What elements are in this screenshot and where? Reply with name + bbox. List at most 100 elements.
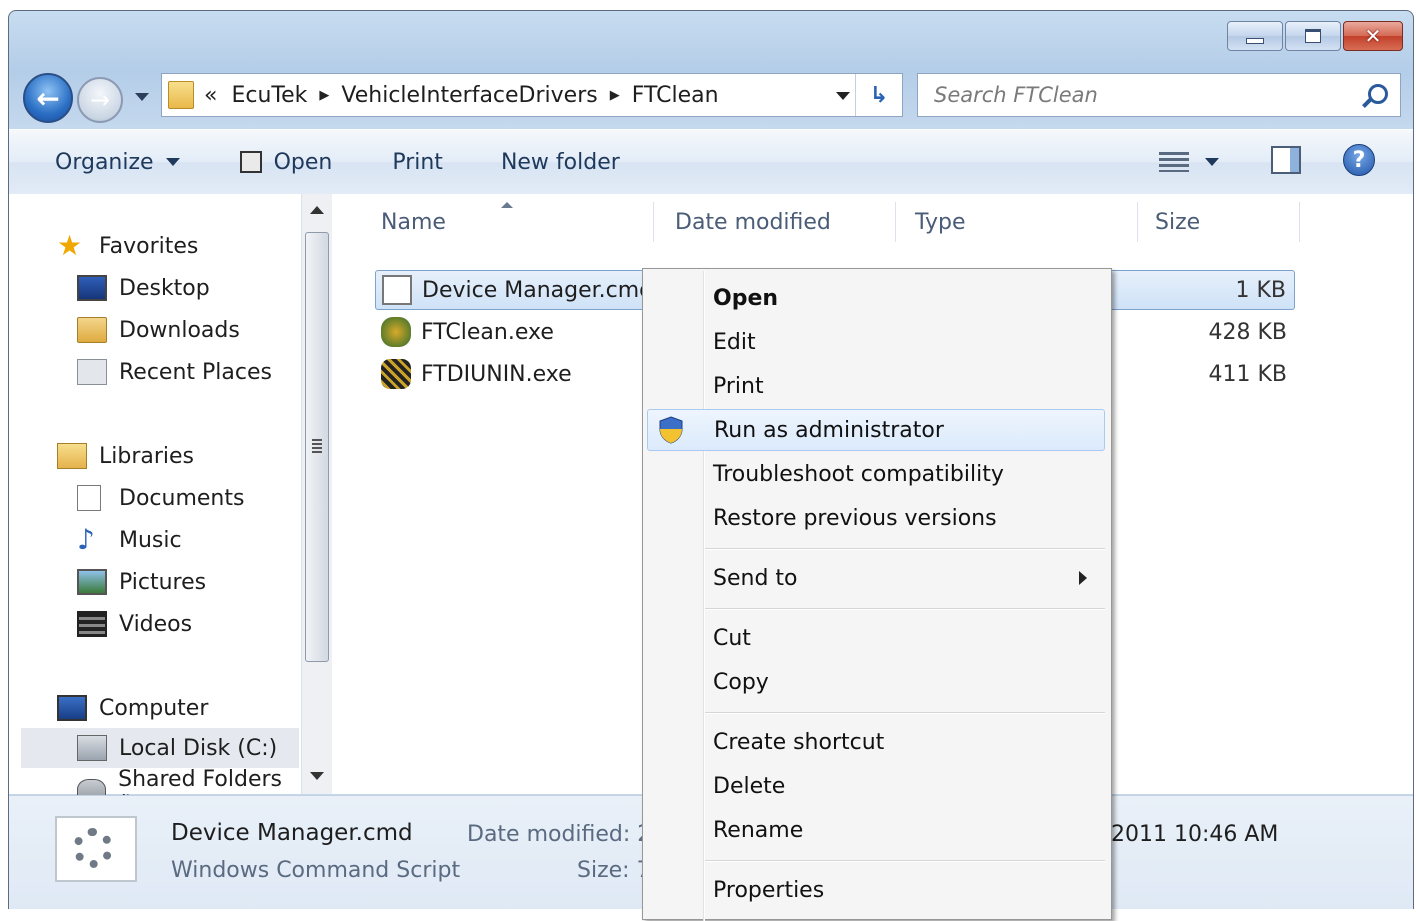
menu-edit-label: Edit — [713, 329, 756, 355]
print-button[interactable]: Print — [392, 150, 443, 175]
views-icon[interactable] — [1159, 152, 1189, 172]
nav-desktop[interactable]: Desktop — [77, 268, 210, 308]
breadcrumb-overflow[interactable]: « — [204, 83, 217, 108]
search-input[interactable] — [932, 82, 1336, 108]
scroll-down-icon[interactable] — [310, 772, 324, 780]
file-name: FTDIUNIN.exe — [421, 361, 572, 387]
column-header-name[interactable]: Name — [333, 202, 654, 242]
file-size: 428 KB — [1208, 319, 1287, 345]
music-note-icon: ♪ — [77, 523, 95, 556]
forward-button[interactable]: → — [77, 77, 123, 123]
nav-favorites[interactable]: ★ Favorites — [57, 226, 198, 266]
forward-arrow-icon: → — [89, 86, 111, 114]
column-header-type[interactable]: Type — [897, 202, 1138, 242]
column-size-label: Size — [1155, 209, 1201, 235]
grip-icon — [312, 439, 322, 453]
nav-documents-label: Documents — [119, 485, 245, 511]
open-window-icon — [239, 151, 262, 173]
libraries-icon — [57, 443, 87, 469]
nav-recent-places[interactable]: Recent Places — [77, 352, 272, 392]
organize-button[interactable]: Organize — [55, 150, 180, 175]
menu-item-properties[interactable]: Properties — [647, 869, 1105, 911]
menu-item-run-as-administrator[interactable]: Run as administrator — [647, 409, 1105, 451]
nav-documents[interactable]: Documents — [77, 478, 244, 518]
cmd-script-icon — [382, 275, 412, 305]
menu-print-label: Print — [713, 373, 764, 399]
menu-send-to-label: Send to — [713, 565, 798, 591]
column-header-date[interactable]: Date modified — [655, 202, 896, 242]
views-dropdown-icon[interactable] — [1205, 158, 1219, 166]
search-box[interactable] — [917, 73, 1401, 117]
maximize-button[interactable] — [1285, 21, 1341, 51]
menu-item-restore-previous-versions[interactable]: Restore previous versions — [647, 497, 1105, 539]
menu-delete-label: Delete — [713, 773, 786, 799]
menu-item-rename[interactable]: Rename — [647, 809, 1105, 851]
breadcrumb-chevron-icon[interactable]: ▶ — [610, 88, 620, 103]
menu-separator — [705, 548, 1105, 550]
print-label: Print — [392, 149, 443, 175]
menu-item-troubleshoot[interactable]: Troubleshoot compatibility — [647, 453, 1105, 495]
back-arrow-icon: ← — [36, 81, 60, 115]
file-size: 1 KB — [1235, 277, 1286, 303]
pictures-icon — [77, 569, 107, 595]
open-button[interactable]: Open — [239, 149, 333, 175]
nav-pictures-label: Pictures — [119, 569, 207, 595]
new-folder-label: New folder — [500, 149, 620, 175]
ftclean-app-icon — [381, 317, 411, 347]
nav-scrollbar[interactable] — [301, 194, 332, 794]
scroll-up-icon[interactable] — [310, 206, 324, 214]
preview-pane-icon[interactable] — [1271, 146, 1301, 174]
menu-item-open[interactable]: Open — [647, 277, 1105, 319]
scrollbar-thumb[interactable] — [305, 232, 329, 662]
menu-run-as-admin-label: Run as administrator — [714, 417, 944, 443]
nav-desktop-label: Desktop — [119, 275, 210, 301]
nav-libraries[interactable]: Libraries — [57, 436, 194, 476]
file-size: 411 KB — [1208, 361, 1287, 387]
file-name: FTClean.exe — [421, 319, 554, 345]
menu-item-print[interactable]: Print — [647, 365, 1105, 407]
help-icon[interactable]: ? — [1343, 144, 1375, 176]
maximize-icon — [1305, 29, 1321, 43]
nav-favorites-label: Favorites — [99, 233, 199, 259]
nav-videos-label: Videos — [119, 611, 193, 637]
menu-cut-label: Cut — [713, 625, 751, 651]
hard-drive-icon — [77, 735, 107, 761]
menu-item-create-shortcut[interactable]: Create shortcut — [647, 721, 1105, 763]
recent-pages-dropdown[interactable] — [135, 93, 149, 101]
menu-item-delete[interactable]: Delete — [647, 765, 1105, 807]
address-bar[interactable]: « EcuTek ▶ VehicleInterfaceDrivers ▶ FTC… — [161, 73, 903, 117]
column-header-size[interactable]: Size — [1139, 202, 1300, 242]
menu-item-copy[interactable]: Copy — [647, 661, 1105, 703]
new-folder-button[interactable]: New folder — [501, 150, 620, 175]
close-button[interactable]: ✕ — [1343, 21, 1403, 51]
search-icon[interactable] — [1368, 84, 1388, 104]
nav-local-disk[interactable]: Local Disk (C:) — [21, 728, 299, 768]
breadcrumb-chevron-icon[interactable]: ▶ — [319, 88, 329, 103]
minimize-button[interactable] — [1227, 21, 1283, 51]
command-bar: Organize Open Print New folder ? — [9, 129, 1413, 195]
breadcrumb-ftclean[interactable]: FTClean — [632, 83, 719, 108]
nav-downloads[interactable]: Downloads — [77, 310, 240, 350]
open-label: Open — [273, 149, 333, 175]
refresh-button[interactable]: ↳ — [855, 74, 902, 116]
nav-music[interactable]: ♪ Music — [77, 520, 182, 560]
nav-recent-places-label: Recent Places — [119, 359, 272, 385]
back-button[interactable]: ← — [23, 73, 73, 123]
breadcrumb-vehicleinterfacedrivers[interactable]: VehicleInterfaceDrivers — [341, 83, 597, 108]
submenu-arrow-icon — [1079, 571, 1087, 585]
breadcrumb: « EcuTek ▶ VehicleInterfaceDrivers ▶ FTC… — [204, 83, 719, 108]
nav-downloads-label: Downloads — [119, 317, 240, 343]
nav-pictures[interactable]: Pictures — [77, 562, 206, 602]
nav-videos[interactable]: Videos — [77, 604, 192, 644]
menu-item-edit[interactable]: Edit — [647, 321, 1105, 363]
nav-computer[interactable]: Computer — [57, 688, 208, 728]
breadcrumb-ecutek[interactable]: EcuTek — [231, 83, 307, 108]
address-history-dropdown[interactable] — [836, 92, 850, 100]
menu-item-send-to[interactable]: Send to — [647, 557, 1105, 599]
menu-create-shortcut-label: Create shortcut — [713, 729, 885, 755]
menu-properties-label: Properties — [713, 877, 825, 903]
menu-item-cut[interactable]: Cut — [647, 617, 1105, 659]
column-date-label: Date modified — [675, 209, 831, 235]
desktop-icon — [77, 275, 107, 301]
menu-rename-label: Rename — [713, 817, 804, 843]
